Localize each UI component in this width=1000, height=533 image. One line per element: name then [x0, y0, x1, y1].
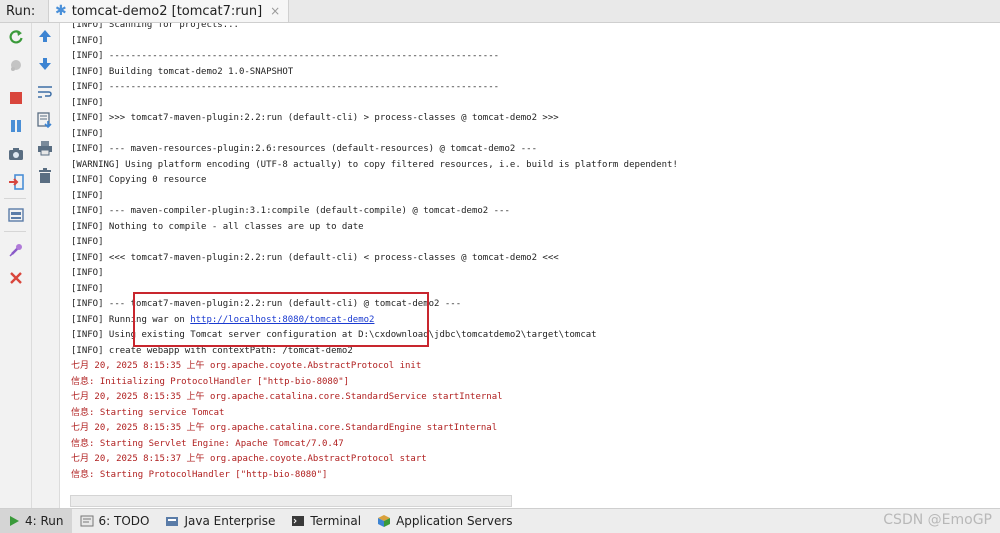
login-icon[interactable]	[6, 172, 26, 192]
console-line: [INFO]	[71, 97, 104, 108]
print-icon[interactable]	[35, 138, 55, 158]
rerun-icon[interactable]	[6, 27, 26, 47]
console-line: [INFO]	[71, 283, 104, 294]
localhost-link[interactable]: http://localhost:8080/tomcat-demo2	[190, 315, 374, 325]
console-line: [INFO] >>> tomcat7-maven-plugin:2.2:run …	[71, 113, 559, 123]
tool-tab-label: Application Servers	[396, 514, 513, 528]
layout-icon[interactable]	[6, 205, 26, 225]
scroll-to-end-icon[interactable]	[35, 110, 55, 130]
tool-tab-label: Terminal	[310, 514, 362, 528]
console-line: [INFO] Building tomcat-demo2 1.0-SNAPSHO…	[71, 66, 294, 77]
pin-icon[interactable]	[6, 240, 26, 260]
console-line: 七月 20, 2025 8:15:37 上午 org.apache.coyote…	[71, 454, 427, 464]
run-header: Run: ✱ tomcat-demo2 [tomcat7:run] ×	[0, 0, 1000, 23]
console-line: 信息: Starting service Tomcat	[71, 407, 225, 418]
horizontal-scrollbar[interactable]	[70, 495, 512, 507]
console-line: 信息: Initializing ProtocolHandler ["http-…	[71, 376, 350, 387]
arrow-up-icon[interactable]	[35, 26, 55, 46]
console-line: [INFO]	[71, 35, 104, 46]
console-line: [INFO]	[71, 190, 104, 201]
tool-tab-label: 6: TODO	[98, 514, 150, 528]
run-toolbar-primary	[0, 23, 32, 508]
console-line: 七月 20, 2025 8:15:35 上午 org.apache.catali…	[71, 392, 503, 402]
terminal-icon	[291, 515, 305, 527]
run-tab-title: tomcat-demo2 [tomcat7:run]	[71, 3, 263, 19]
soft-wrap-icon[interactable]	[35, 82, 55, 102]
console-line: 信息: Starting ProtocolHandler ["http-bio-…	[71, 469, 328, 480]
tool-tab-application-servers[interactable]: Application Servers	[369, 509, 520, 533]
watermark: CSDN @EmoGP	[883, 512, 992, 528]
camera-icon[interactable]	[6, 144, 26, 164]
tool-tab-label: Java Enterprise	[184, 514, 276, 528]
console-line: [INFO] ---------------------------------…	[71, 51, 500, 61]
tool-window-bar: 4: Run 6: TODO Java Enterprise Terminal Appl…	[0, 508, 1000, 533]
console-line: [INFO] --- maven-resources-plugin:2.6:re…	[71, 144, 537, 154]
console-line: [WARNING] Using platform encoding (UTF-8…	[71, 159, 678, 170]
console-line: [INFO] ---------------------------------…	[71, 82, 500, 92]
console-line: [INFO] --- maven-compiler-plugin:3.1:com…	[71, 206, 510, 216]
run-tab[interactable]: ✱ tomcat-demo2 [tomcat7:run] ×	[48, 0, 290, 22]
pause-icon[interactable]	[6, 116, 26, 136]
console-line: 信息: Starting Servlet Engine: Apache Tomc…	[71, 438, 344, 449]
tool-tab-terminal[interactable]: Terminal	[283, 509, 369, 533]
console-line: [INFO] create webapp with contextPath: /…	[71, 345, 353, 356]
run-toolbar-secondary	[32, 23, 60, 508]
console-line: [INFO] --- tomcat7-maven-plugin:2.2:run …	[71, 299, 462, 309]
close-icon[interactable]: ×	[270, 4, 280, 18]
run-icon	[8, 515, 20, 527]
run-label: Run:	[6, 3, 36, 19]
console-line: 七月 20, 2025 8:15:35 上午 org.apache.coyote…	[71, 361, 422, 371]
console-line: [INFO] Nothing to compile - all classes …	[71, 221, 364, 232]
tool-tab-label: 4: Run	[25, 514, 64, 528]
console-line: [INFO] Scanning for projects...	[71, 23, 239, 30]
gear-icon: ✱	[55, 3, 67, 19]
console-line: 七月 20, 2025 8:15:35 上午 org.apache.catali…	[71, 423, 498, 433]
stop-icon[interactable]	[6, 88, 26, 108]
todo-icon	[80, 515, 94, 527]
console-line: [INFO] <<< tomcat7-maven-plugin:2.2:run …	[71, 252, 559, 263]
pin-tab-icon[interactable]	[6, 55, 26, 75]
console-output[interactable]: [INFO] Scanning for projects... [INFO] [IN…	[60, 23, 1000, 485]
console-line: [INFO] Copying 0 resource	[71, 175, 207, 185]
tool-tab-6-todo[interactable]: 6: TODO	[72, 509, 158, 533]
java-enterprise-icon	[165, 515, 179, 527]
console-line: [INFO]	[71, 128, 104, 139]
tool-tab-java-enterprise[interactable]: Java Enterprise	[157, 509, 283, 533]
trash-icon[interactable]	[35, 166, 55, 186]
console-line: [INFO]	[71, 268, 104, 278]
console-line: [INFO]	[71, 237, 104, 247]
console-line: [INFO] Running war on http://localhost:8…	[71, 314, 375, 325]
application-servers-icon	[377, 514, 391, 528]
arrow-down-icon[interactable]	[35, 54, 55, 74]
close-icon[interactable]	[6, 268, 26, 288]
tool-tab-4-run[interactable]: 4: Run	[0, 509, 72, 533]
console-line: [INFO] Using existing Tomcat server conf…	[71, 330, 597, 340]
